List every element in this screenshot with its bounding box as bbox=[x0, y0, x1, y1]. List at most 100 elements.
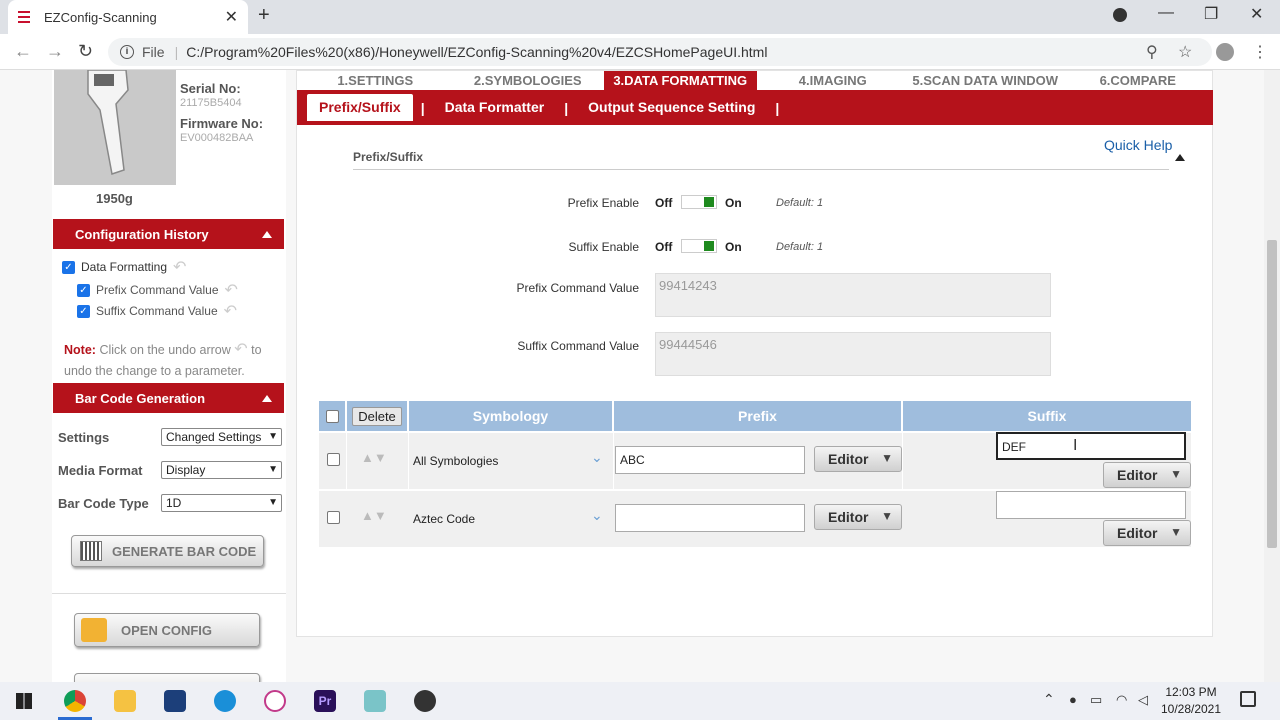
row-checkbox[interactable] bbox=[327, 453, 340, 466]
barcode-gen-header[interactable]: Bar Code Generation bbox=[53, 383, 284, 413]
close-tab-icon[interactable]: ✕ bbox=[225, 7, 238, 27]
suffix-input[interactable]: DEF bbox=[996, 432, 1186, 460]
undo-icon[interactable]: ↶ bbox=[225, 280, 238, 300]
back-icon[interactable]: ← bbox=[14, 41, 32, 62]
wifi-icon[interactable]: ◠ bbox=[1116, 692, 1127, 708]
checkbox-suffix-command[interactable]: ✓ bbox=[77, 304, 90, 318]
generate-barcode-button[interactable]: GENERATE BAR CODE bbox=[71, 535, 264, 567]
subtab-data-formatter[interactable]: Data Formatter bbox=[433, 94, 557, 121]
media-format-value: Display bbox=[166, 463, 206, 477]
dropdown-icon: ▼ bbox=[1170, 467, 1182, 481]
restore-icon[interactable]: ❐ bbox=[1204, 4, 1218, 24]
app-icon[interactable] bbox=[164, 690, 186, 712]
move-arrows-icon[interactable]: ▲▼ bbox=[361, 508, 387, 523]
volume-icon[interactable]: ◁ bbox=[1138, 692, 1148, 708]
tab-settings[interactable]: 1.SETTINGS bbox=[299, 71, 452, 90]
edge-icon[interactable] bbox=[214, 690, 236, 712]
prefix-editor-button[interactable]: Editor ▼ bbox=[814, 446, 902, 472]
toggle-knob bbox=[704, 197, 714, 207]
media-format-label: Media Format bbox=[58, 463, 143, 478]
page-scrollbar[interactable] bbox=[1264, 70, 1280, 682]
zoom-icon[interactable]: ⚲ bbox=[1146, 42, 1158, 62]
subtab-separator: | bbox=[775, 99, 780, 116]
taskbar-date[interactable]: 10/28/2021 bbox=[1158, 702, 1224, 716]
tab-compare[interactable]: 6.COMPARE bbox=[1062, 71, 1215, 90]
history-item-label: Data Formatting bbox=[81, 260, 168, 274]
windows-start-icon[interactable] bbox=[16, 693, 32, 709]
save-config-button[interactable] bbox=[74, 673, 260, 682]
editor-label: Editor bbox=[1117, 467, 1158, 483]
new-tab-icon[interactable]: + bbox=[258, 4, 270, 27]
account-icon[interactable] bbox=[1216, 43, 1234, 61]
collapse-caret-icon[interactable] bbox=[262, 231, 272, 238]
text-cursor-icon: I bbox=[1073, 437, 1078, 454]
profile-menu-icon[interactable] bbox=[1113, 8, 1127, 22]
barcode-icon bbox=[80, 541, 102, 561]
row-symbology: Aztec Code bbox=[413, 512, 476, 526]
app-icon[interactable] bbox=[414, 690, 436, 712]
undo-icon[interactable]: ↶ bbox=[173, 257, 186, 277]
suffix-enable-label: Suffix Enable bbox=[568, 240, 640, 254]
browser-tab[interactable]: EZConfig-Scanning ✕ bbox=[8, 0, 248, 34]
collapse-caret-icon[interactable] bbox=[1175, 154, 1185, 161]
move-arrows-icon[interactable]: ▲▼ bbox=[361, 450, 387, 465]
open-config-label: OPEN CONFIG bbox=[121, 622, 213, 638]
checkbox-data-formatting[interactable]: ✓ bbox=[62, 260, 75, 274]
tab-data-formatting[interactable]: 3.DATA FORMATTING bbox=[604, 71, 757, 90]
chevron-down-icon[interactable]: ⌄ bbox=[591, 507, 603, 524]
menu-icon[interactable]: ⋮ bbox=[1252, 42, 1268, 62]
subtab-prefix-suffix[interactable]: Prefix/Suffix bbox=[307, 94, 413, 121]
premiere-icon[interactable]: Pr bbox=[314, 690, 336, 712]
config-history-title: Configuration History bbox=[75, 226, 209, 242]
tray-chevron-icon[interactable]: ⌃ bbox=[1043, 691, 1055, 708]
prefix-input[interactable]: ABC bbox=[615, 446, 805, 474]
close-window-icon[interactable]: ✕ bbox=[1250, 4, 1263, 24]
suffix-editor-button[interactable]: Editor ▼ bbox=[1103, 462, 1191, 488]
taskbar-time[interactable]: 12:03 PM bbox=[1160, 685, 1222, 699]
delete-cell: Delete bbox=[347, 401, 407, 431]
subtab-output-sequence[interactable]: Output Sequence Setting bbox=[576, 94, 767, 121]
checkbox-prefix-command[interactable]: ✓ bbox=[77, 283, 90, 297]
tab-symbologies[interactable]: 2.SYMBOLOGIES bbox=[452, 71, 605, 90]
delete-button[interactable]: Delete bbox=[352, 406, 402, 426]
minimize-icon[interactable]: — bbox=[1158, 4, 1174, 22]
serial-label: Serial No: bbox=[180, 81, 241, 96]
suffix-editor-button[interactable]: Editor ▼ bbox=[1103, 520, 1191, 546]
left-panel: Serial No: 21175B5404 Firmware No: EV000… bbox=[52, 70, 286, 682]
app-icon[interactable] bbox=[264, 690, 286, 712]
tab-scan-data-window[interactable]: 5.SCAN DATA WINDOW bbox=[909, 71, 1062, 90]
media-format-select[interactable]: Display ▼ bbox=[161, 461, 282, 479]
prefix-input[interactable] bbox=[615, 504, 805, 532]
microphone-icon[interactable]: ● bbox=[1069, 692, 1077, 707]
scrollbar-thumb[interactable] bbox=[1267, 240, 1277, 548]
barcode-type-select[interactable]: 1D ▼ bbox=[161, 494, 282, 512]
suffix-enable-toggle[interactable] bbox=[681, 239, 717, 253]
quick-help-link[interactable]: Quick Help bbox=[1104, 137, 1172, 153]
select-all-checkbox[interactable] bbox=[325, 409, 339, 423]
address-bar[interactable]: i File | C:/Program%20Files%20(x86)/Hone… bbox=[108, 38, 1212, 66]
address-url: C:/Program%20Files%20(x86)/Honeywell/EZC… bbox=[186, 44, 768, 60]
prefix-editor-button[interactable]: Editor ▼ bbox=[814, 504, 902, 530]
info-icon[interactable]: i bbox=[120, 45, 134, 59]
row-checkbox[interactable] bbox=[327, 511, 340, 524]
chrome-icon[interactable] bbox=[64, 690, 86, 712]
battery-icon[interactable]: ▭ bbox=[1090, 692, 1102, 708]
collapse-caret-icon[interactable] bbox=[262, 395, 272, 402]
app-icon[interactable] bbox=[364, 690, 386, 712]
chevron-down-icon[interactable]: ⌄ bbox=[591, 449, 603, 466]
config-history-header[interactable]: Configuration History bbox=[53, 219, 284, 249]
file-explorer-icon[interactable] bbox=[114, 690, 136, 712]
forward-icon[interactable]: → bbox=[46, 41, 64, 62]
undo-icon[interactable]: ↶ bbox=[224, 301, 237, 321]
open-config-button[interactable]: OPEN CONFIG bbox=[74, 613, 260, 647]
generate-barcode-label: GENERATE BAR CODE bbox=[112, 543, 257, 559]
suffix-input[interactable] bbox=[996, 491, 1186, 519]
prefix-command-value: 99414243 bbox=[655, 273, 1051, 317]
prefix-enable-toggle[interactable] bbox=[681, 195, 717, 209]
settings-select[interactable]: Changed Settings ▼ bbox=[161, 428, 282, 446]
notifications-icon[interactable] bbox=[1240, 691, 1256, 707]
reload-icon[interactable]: ↻ bbox=[78, 41, 93, 62]
tab-imaging[interactable]: 4.IMAGING bbox=[757, 71, 910, 90]
header-symbology: Symbology bbox=[409, 401, 612, 431]
bookmark-star-icon[interactable]: ☆ bbox=[1178, 42, 1192, 62]
